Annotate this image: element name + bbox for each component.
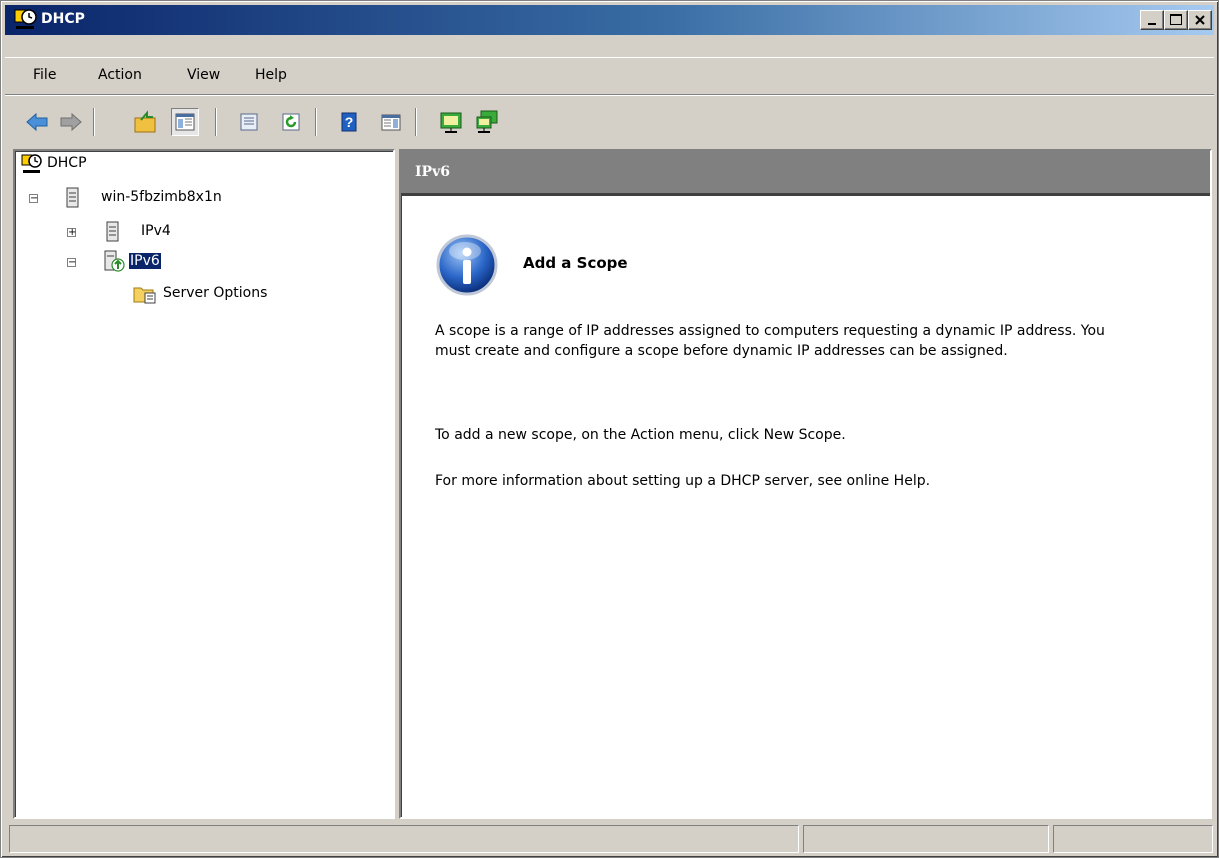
help-icon: ? xyxy=(341,112,357,132)
expand-toggle[interactable]: + xyxy=(67,228,76,238)
refresh-button[interactable] xyxy=(277,108,305,136)
forward-icon xyxy=(60,112,82,132)
tree-label-server: win-5fbzimb8x1n xyxy=(101,189,222,205)
show-hide-tree-icon xyxy=(175,113,195,131)
up-one-level-button[interactable] xyxy=(131,108,159,136)
info-icon xyxy=(436,234,498,296)
menu-help[interactable]: Help xyxy=(255,67,287,83)
tree-label-ipv4: IPv4 xyxy=(141,223,171,239)
menu-bar: File Action View Help xyxy=(5,57,1214,95)
tree-pane[interactable]: DHCP − win-5fbzimb8x1n + IPv4 − IPv6 Ser… xyxy=(13,149,395,819)
content-header: IPv6 xyxy=(401,151,1210,196)
help-info-text: For more information about setting up a … xyxy=(435,473,931,489)
maximize-button[interactable] xyxy=(1164,10,1188,30)
folder-options-icon xyxy=(133,287,156,304)
status-bar xyxy=(5,823,1214,855)
back-icon xyxy=(26,112,48,132)
maximize-icon xyxy=(1170,14,1182,25)
minimize-button[interactable] xyxy=(1140,10,1164,30)
close-button[interactable] xyxy=(1188,10,1212,30)
tree-label-dhcp: DHCP xyxy=(47,155,87,171)
svg-text:?: ? xyxy=(345,114,354,130)
dhcp-window: DHCP File Action View Help ? DHCP − win-… xyxy=(0,0,1219,858)
dhcp-icon xyxy=(21,154,42,173)
add-scope-heading: Add a Scope xyxy=(523,254,628,272)
menu-view[interactable]: View xyxy=(187,67,220,83)
toolbar-separator xyxy=(315,108,317,136)
status-panel-2 xyxy=(803,825,1049,853)
collapse-toggle[interactable]: − xyxy=(29,194,38,204)
minimize-icon xyxy=(1148,23,1156,25)
show-hide-action-pane-button[interactable] xyxy=(377,108,405,136)
server-icon-2 xyxy=(476,110,498,133)
ipv6-server-icon xyxy=(104,250,125,272)
title-bar[interactable]: DHCP xyxy=(5,5,1214,35)
show-hide-action-pane-icon xyxy=(381,114,401,131)
toolbar-separator xyxy=(215,108,217,136)
tree-label-ipv6: IPv6 xyxy=(128,252,162,270)
status-panel-3 xyxy=(1053,825,1213,853)
collapse-toggle[interactable]: − xyxy=(67,258,76,268)
content-header-title: IPv6 xyxy=(415,164,450,180)
menu-file[interactable]: File xyxy=(33,67,56,83)
toolbar-separator xyxy=(93,108,95,136)
scope-description: A scope is a range of IP addresses assig… xyxy=(435,323,1105,359)
up-folder-icon xyxy=(134,110,156,133)
tree-label-server-options: Server Options xyxy=(163,285,268,301)
refresh-icon xyxy=(282,113,300,131)
back-button[interactable] xyxy=(23,108,51,136)
content-pane: IPv6 Add a Scope A scope is a range of I… xyxy=(399,149,1212,819)
server-authorize-button[interactable] xyxy=(473,108,501,136)
window-title: DHCP xyxy=(41,11,85,27)
server-icon xyxy=(66,187,79,208)
dhcp-app-icon xyxy=(13,8,37,36)
properties-button[interactable] xyxy=(235,108,263,136)
properties-icon xyxy=(240,113,258,131)
add-scope-instructions: To add a new scope, on the Action menu, … xyxy=(435,427,846,443)
ipv4-server-icon xyxy=(106,221,119,242)
server-stats-button[interactable] xyxy=(437,108,465,136)
show-hide-tree-button[interactable] xyxy=(171,108,199,136)
close-icon xyxy=(1195,15,1205,25)
toolbar-separator xyxy=(415,108,417,136)
server-icon-1 xyxy=(440,112,462,133)
status-panel-main xyxy=(9,825,799,853)
help-button[interactable]: ? xyxy=(335,108,363,136)
menu-action[interactable]: Action xyxy=(98,67,142,83)
toolbar: ? xyxy=(5,95,1214,148)
forward-button[interactable] xyxy=(57,108,85,136)
